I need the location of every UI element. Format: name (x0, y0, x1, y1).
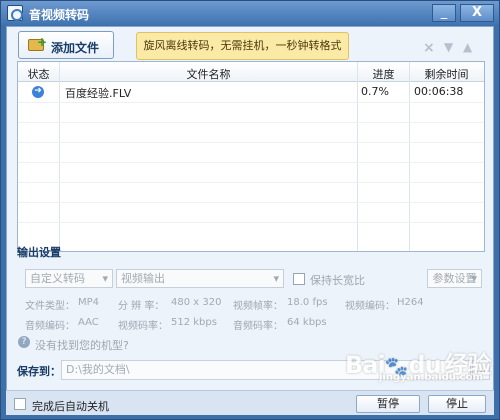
save-to-label: 保存到： (17, 365, 61, 378)
output-mode-select[interactable]: 视频输出 (116, 269, 284, 288)
file-remaining-time: 00:06:38 (414, 85, 464, 98)
add-file-label: 添加文件 (51, 41, 100, 55)
audio-codec-label: 音频编码： (25, 321, 75, 332)
file-type-label: 文件类型： (25, 301, 75, 312)
bottom-bar: 完成后自动关机 暂停 停止 (6, 390, 494, 415)
auto-shutdown-checkbox[interactable] (14, 398, 26, 410)
status-column-header[interactable]: 状态 (18, 66, 59, 82)
file-type-value: MP4 (78, 297, 100, 308)
keep-ratio-label: 保持长宽比 (310, 274, 365, 287)
play-arrow-icon: ➜ (32, 86, 44, 98)
row-divider (18, 162, 484, 163)
auto-shutdown-label: 完成后自动关机 (32, 400, 109, 413)
window-title: 音视频转码 (29, 8, 90, 22)
file-name: 百度经验.FLV (65, 87, 132, 100)
name-column-header[interactable]: 文件名称 (60, 66, 357, 82)
audio-codec-value: AAC (78, 317, 99, 328)
baidu-watermark: Bai🐾du 经验 jingyan.baidu.com (345, 351, 492, 383)
row-divider (18, 222, 484, 223)
resolution-value: 480 x 320 (171, 297, 222, 308)
params-settings-button[interactable]: 参数设置 (427, 269, 482, 288)
output-settings-title: 输出设置 (17, 246, 61, 259)
delete-icon[interactable]: × (423, 40, 435, 56)
row-divider (18, 202, 484, 203)
device-help-link[interactable]: 没有找到您的机型? (35, 337, 129, 353)
move-up-icon[interactable]: ▲ (463, 40, 472, 54)
audio-bitrate-value: 64 kbps (287, 317, 327, 328)
app-icon (7, 5, 23, 21)
keep-ratio-checkbox[interactable] (293, 273, 305, 285)
title-bar: 音视频转码 _ X (1, 1, 499, 25)
progress-column-header[interactable]: 进度 (358, 66, 409, 82)
converter-window: 音视频转码 _ X 添加文件 旋风离线转码，无需挂机，一秒钟转格式 × ▼ ▲ … (0, 0, 500, 420)
stop-button[interactable]: 停止 (428, 395, 486, 413)
add-folder-icon (28, 35, 47, 51)
help-icon: ? (18, 336, 30, 348)
list-header: 状态 文件名称 进度 剩余时间 (18, 62, 484, 82)
offline-conversion-banner[interactable]: 旋风离线转码，无需挂机，一秒钟转格式 (136, 32, 349, 60)
video-bitrate-value: 512 kbps (171, 317, 217, 328)
row-divider (18, 122, 484, 123)
move-down-icon[interactable]: ▼ (444, 40, 453, 54)
file-progress: 0.7% (361, 85, 389, 98)
table-row[interactable]: ➜ 百度经验.FLV 0.7% 00:06:38 (18, 82, 484, 102)
audio-bitrate-label: 音频码率： (233, 321, 283, 332)
remaining-column-header[interactable]: 剩余时间 (410, 66, 483, 82)
video-codec-value: H264 (397, 297, 424, 308)
resolution-label: 分 辨 率： (118, 301, 165, 312)
close-button[interactable]: X (460, 4, 494, 22)
framerate-label: 视频帧率： (233, 301, 283, 312)
video-codec-label: 视频编码： (345, 301, 395, 312)
add-file-button[interactable]: 添加文件 (18, 31, 114, 59)
video-bitrate-label: 视频码率： (118, 321, 168, 332)
row-divider (18, 102, 484, 103)
framerate-value: 18.0 fps (287, 297, 328, 308)
preset-select[interactable]: 自定义转码 (25, 269, 113, 288)
minimize-button[interactable]: _ (432, 4, 456, 22)
file-list[interactable]: 状态 文件名称 进度 剩余时间 ➜ 百度经验.FLV 0.7% 00:06:38 (17, 61, 485, 252)
row-divider (18, 182, 484, 183)
pause-button[interactable]: 暂停 (356, 395, 420, 413)
row-divider (18, 142, 484, 143)
